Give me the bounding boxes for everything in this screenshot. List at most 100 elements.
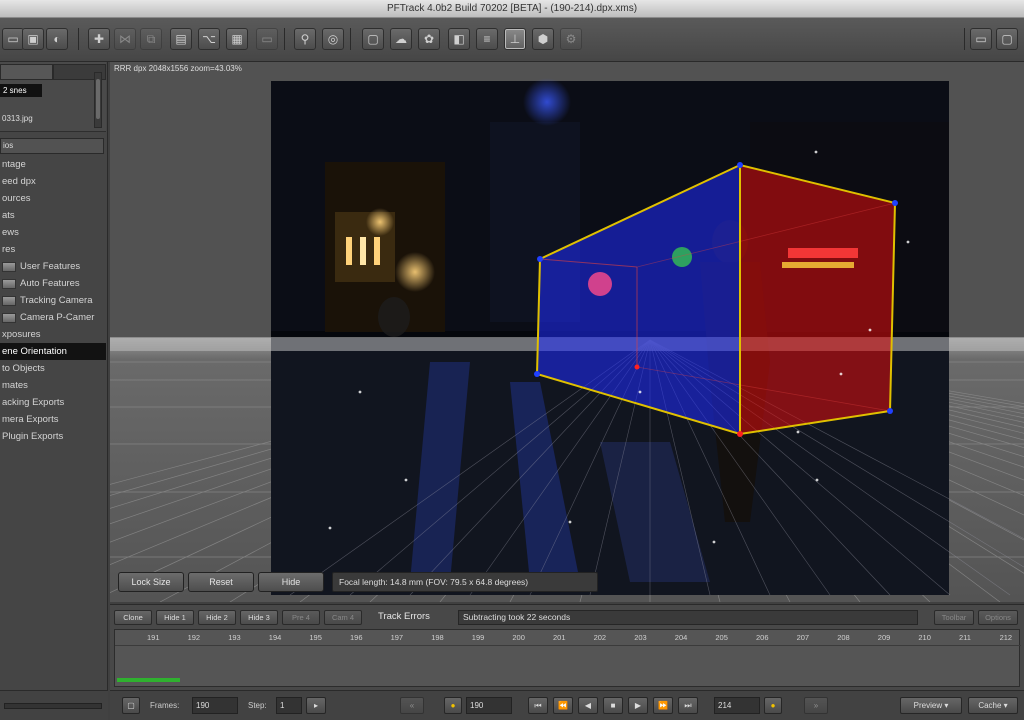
toggle-panel-button[interactable]: ▢: [122, 697, 140, 714]
node-item[interactable]: Tracking Camera: [0, 292, 106, 309]
viewer-canvas[interactable]: [110, 62, 1024, 602]
sidebar: 2 snes 0313.jpg ios ntage eed dpx ources at…: [0, 62, 108, 720]
clip-scrollbar[interactable]: [94, 72, 102, 128]
timeline-ruler[interactable]: 191 192 193 194 195 196 197 198 199 200 201 202 203 2…: [115, 630, 1021, 646]
lock-size-button[interactable]: Lock Size: [118, 572, 184, 592]
track-right-button[interactable]: Options: [978, 610, 1018, 625]
color-icon[interactable]: ✿: [418, 28, 440, 50]
node-item[interactable]: eed dpx: [0, 173, 106, 190]
play-back-button[interactable]: ◀: [578, 697, 598, 714]
play-button[interactable]: ▶: [628, 697, 648, 714]
clip-tab-1[interactable]: [0, 64, 53, 80]
timeline-tick: 206: [756, 633, 769, 642]
cube-vertex[interactable]: [887, 408, 893, 414]
track-button[interactable]: Hide 2: [198, 610, 236, 625]
timeline-tick: 193: [228, 633, 241, 642]
timeline-tick: 211: [959, 633, 971, 642]
window-layout-icon[interactable]: ▭: [970, 28, 992, 50]
nodes-header[interactable]: ios: [0, 138, 104, 154]
node-item[interactable]: Plugin Exports: [0, 428, 106, 445]
end-frame-field[interactable]: 214: [714, 697, 760, 714]
timeline-tick: 195: [309, 633, 322, 642]
node-grid-icon[interactable]: ▤: [170, 28, 192, 50]
status-field: Subtracting took 22 seconds: [458, 610, 918, 625]
settings-icon[interactable]: ⚙: [560, 28, 582, 50]
preview-dropdown[interactable]: Preview ▾: [900, 697, 962, 714]
node-item[interactable]: Camera P-Camer: [0, 309, 106, 326]
start-key-button[interactable]: ●: [444, 697, 462, 714]
prev-key-button[interactable]: ⏪: [553, 697, 573, 714]
node-item[interactable]: res: [0, 241, 106, 258]
grid-view-icon[interactable]: ▦: [226, 28, 248, 50]
node-item-label: to Objects: [2, 363, 45, 374]
node-item[interactable]: xposures: [0, 326, 106, 343]
end-key-button[interactable]: ●: [764, 697, 782, 714]
frames-field[interactable]: 190: [192, 697, 238, 714]
object-icon[interactable]: ⬢: [532, 28, 554, 50]
target-icon[interactable]: ◎: [322, 28, 344, 50]
node-branch-icon[interactable]: ⌥: [198, 28, 220, 50]
cube-vertex[interactable]: [634, 364, 640, 370]
node-item[interactable]: ntage: [0, 156, 106, 173]
node-item[interactable]: acking Exports: [0, 394, 106, 411]
node-item[interactable]: ews: [0, 224, 106, 241]
mask-icon[interactable]: ◐: [46, 28, 68, 50]
selected-clip[interactable]: 2 snes: [0, 84, 42, 97]
bars-icon[interactable]: ≡: [476, 28, 498, 50]
clip-file[interactable]: 0313.jpg: [2, 114, 33, 123]
cloud-icon[interactable]: ☁: [390, 28, 412, 50]
first-frame-button[interactable]: «: [400, 697, 424, 714]
split-view-icon[interactable]: ◧: [448, 28, 470, 50]
sidebar-scrollbar[interactable]: [4, 703, 102, 709]
node-tree-icon[interactable]: ⧉: [140, 28, 162, 50]
clip-tabs: [0, 64, 106, 80]
node-item[interactable]: ene Orientation: [0, 343, 106, 360]
start-frame-field[interactable]: 190: [466, 697, 512, 714]
cube-vertex[interactable]: [737, 431, 743, 437]
track-button[interactable]: Clone: [114, 610, 152, 625]
cache-dropdown[interactable]: Cache ▾: [968, 697, 1018, 714]
node-link-icon[interactable]: ⋈: [114, 28, 136, 50]
reset-button[interactable]: Reset: [188, 572, 254, 592]
track-button[interactable]: Pre 4: [282, 610, 320, 625]
fullscreen-icon[interactable]: ▢: [996, 28, 1018, 50]
pin-icon[interactable]: ⚲: [294, 28, 316, 50]
track-right-button[interactable]: Toolbar: [934, 610, 974, 625]
camera-icon[interactable]: ▣: [22, 28, 44, 50]
key-icon: ●: [450, 701, 456, 710]
cube-vertex[interactable]: [537, 256, 543, 262]
node-item-label: User Features: [20, 261, 81, 272]
open-clip-icon[interactable]: ▭: [2, 28, 24, 50]
node-item[interactable]: mera Exports: [0, 411, 106, 428]
node-add-icon[interactable]: ✚: [88, 28, 110, 50]
step-field[interactable]: 1: [276, 697, 302, 714]
stop-button[interactable]: ■: [603, 697, 623, 714]
next-key-button[interactable]: ⏩: [653, 697, 673, 714]
cube-vertex[interactable]: [737, 162, 743, 168]
axis-icon[interactable]: ⊥: [504, 28, 526, 50]
cube-vertex[interactable]: [892, 200, 898, 206]
node-item[interactable]: User Features: [0, 258, 106, 275]
track-button[interactable]: Hide 1: [156, 610, 194, 625]
node-item[interactable]: ources: [0, 190, 106, 207]
hide-button[interactable]: Hide: [258, 572, 324, 592]
node-item[interactable]: Auto Features: [0, 275, 106, 292]
frames-label: Frames:: [150, 701, 180, 710]
node-item[interactable]: mates: [0, 377, 106, 394]
timeline[interactable]: 191 192 193 194 195 196 197 198 199 200 201 202 203 2…: [114, 629, 1021, 687]
track-button[interactable]: Hide 3: [240, 610, 278, 625]
node-item[interactable]: ats: [0, 207, 106, 224]
monitor-icon[interactable]: ▢: [362, 28, 384, 50]
main-toolbar: ▭ ▣ ◐ ✚ ⋈ ⧉ ▤ ⌥ ▦ ▭ ⚲ ◎ ▢ ☁ ✿ ◧ ≡ ⊥ ⬢ ⚙ ▭ ▢: [0, 18, 1024, 62]
last-frame-button[interactable]: »: [804, 697, 828, 714]
cube-vertex[interactable]: [534, 371, 540, 377]
go-start-button[interactable]: ⏮: [528, 697, 548, 714]
track-button[interactable]: Cam 4: [324, 610, 362, 625]
clip-scroll-thumb[interactable]: [96, 79, 100, 119]
node-item[interactable]: to Objects: [0, 360, 106, 377]
viewer[interactable]: RRR dpx 2048x1556 zoom=43.03% Lock Size …: [110, 62, 1024, 602]
frame-icon[interactable]: ▭: [256, 28, 278, 50]
go-end-button[interactable]: ⏭: [678, 697, 698, 714]
step-apply-button[interactable]: ▸: [306, 697, 326, 714]
timeline-tick: 198: [431, 633, 444, 642]
